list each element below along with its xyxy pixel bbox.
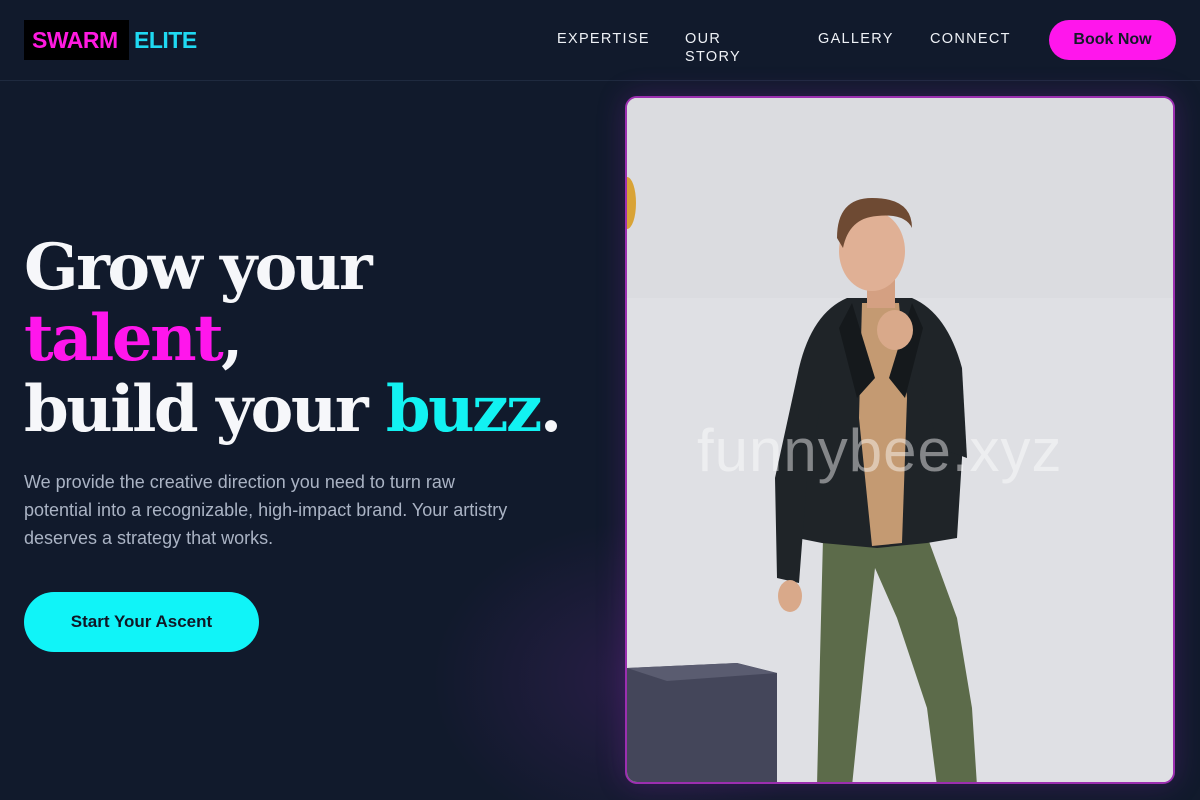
- headline-period: .: [539, 372, 562, 447]
- headline-line1: Grow your: [24, 230, 373, 305]
- brand-logo[interactable]: SWARM ELITE: [24, 20, 197, 60]
- headline-comma: ,: [221, 301, 243, 376]
- nav-gallery[interactable]: GALLERY: [818, 30, 894, 48]
- nav-our-story[interactable]: OUR STORY: [685, 30, 741, 66]
- logo-elite: ELITE: [134, 26, 197, 53]
- top-nav-bar: SWARM ELITE EXPERTISE OUR STORY GALLERY …: [0, 0, 1200, 81]
- start-your-ascent-button[interactable]: Start Your Ascent: [24, 592, 259, 652]
- book-now-button[interactable]: Book Now: [1049, 20, 1176, 60]
- hero-photo: funnybee.xyz: [625, 96, 1175, 784]
- nav-expertise[interactable]: EXPERTISE: [557, 30, 650, 48]
- headline-line3: build your: [24, 372, 386, 447]
- logo-swarm: SWARM: [24, 20, 129, 60]
- headline-talent: talent: [24, 301, 224, 376]
- watermark-text: funnybee.xyz: [697, 417, 1063, 484]
- headline-buzz: buzz: [385, 372, 542, 447]
- hand: [877, 310, 913, 350]
- hero-description: We provide the creative direction you ne…: [24, 472, 508, 548]
- hero-headline: Grow your talent, build your buzz.: [24, 232, 624, 445]
- dark-box: [627, 663, 777, 782]
- nav-connect[interactable]: CONNECT: [930, 30, 1011, 48]
